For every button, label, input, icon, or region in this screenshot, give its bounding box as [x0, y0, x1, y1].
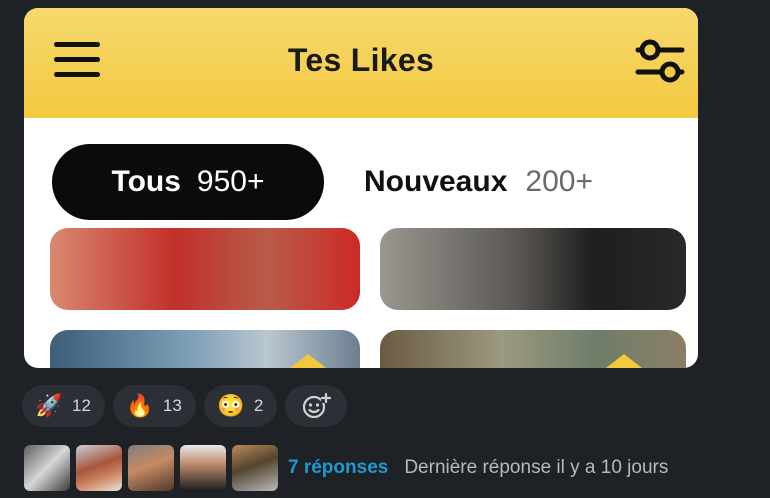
badge-icon	[606, 354, 642, 368]
tab-new[interactable]: Nouveaux 200+	[364, 144, 644, 220]
tab-new-label: Nouveaux	[364, 165, 508, 198]
rocket-icon: 🚀	[35, 393, 63, 418]
avatar[interactable]	[232, 445, 278, 491]
replies-link[interactable]: 7 réponses	[288, 457, 388, 479]
thread-summary: 7 réponses Dernière réponse il y a 10 jo…	[24, 445, 668, 491]
avatar[interactable]	[76, 445, 122, 491]
reaction-count: 2	[253, 396, 264, 415]
reaction-count: 12	[72, 396, 91, 415]
fire-icon: 🔥	[126, 393, 154, 418]
profile-card[interactable]	[380, 228, 686, 310]
avatar[interactable]	[180, 445, 226, 491]
profile-card[interactable]	[50, 330, 360, 368]
badge-icon	[290, 354, 326, 368]
avatar[interactable]	[24, 445, 70, 491]
reaction-bar: 🚀 12 🔥 13 😳 2	[22, 385, 348, 427]
last-reply-text: Dernière réponse il y a 10 jours	[404, 457, 669, 478]
tab-all-count: 950+	[196, 165, 265, 198]
add-reaction-icon	[303, 392, 332, 419]
app-title: Tes Likes	[287, 42, 435, 78]
profile-card[interactable]	[380, 330, 686, 368]
flushed-face-icon: 😳	[217, 393, 245, 418]
reaction-rocket[interactable]: 🚀 12	[22, 385, 105, 427]
tab-new-count: 200+	[525, 165, 593, 198]
app-header: Tes Likes	[24, 8, 698, 118]
add-reaction-button[interactable]	[285, 385, 348, 427]
reaction-flushed[interactable]: 😳 2	[203, 385, 278, 427]
reaction-fire[interactable]: 🔥 13	[112, 385, 196, 427]
tab-all[interactable]: Tous 950+	[52, 144, 324, 220]
avatar[interactable]	[128, 445, 174, 491]
screenshot-attachment[interactable]: Tes Likes Tous 950+ Nouveaux 200+	[24, 8, 698, 368]
filter-settings-icon[interactable]	[634, 36, 686, 86]
profile-card[interactable]	[50, 228, 360, 310]
reaction-count: 13	[162, 396, 182, 415]
tab-all-label: Tous	[111, 165, 181, 198]
